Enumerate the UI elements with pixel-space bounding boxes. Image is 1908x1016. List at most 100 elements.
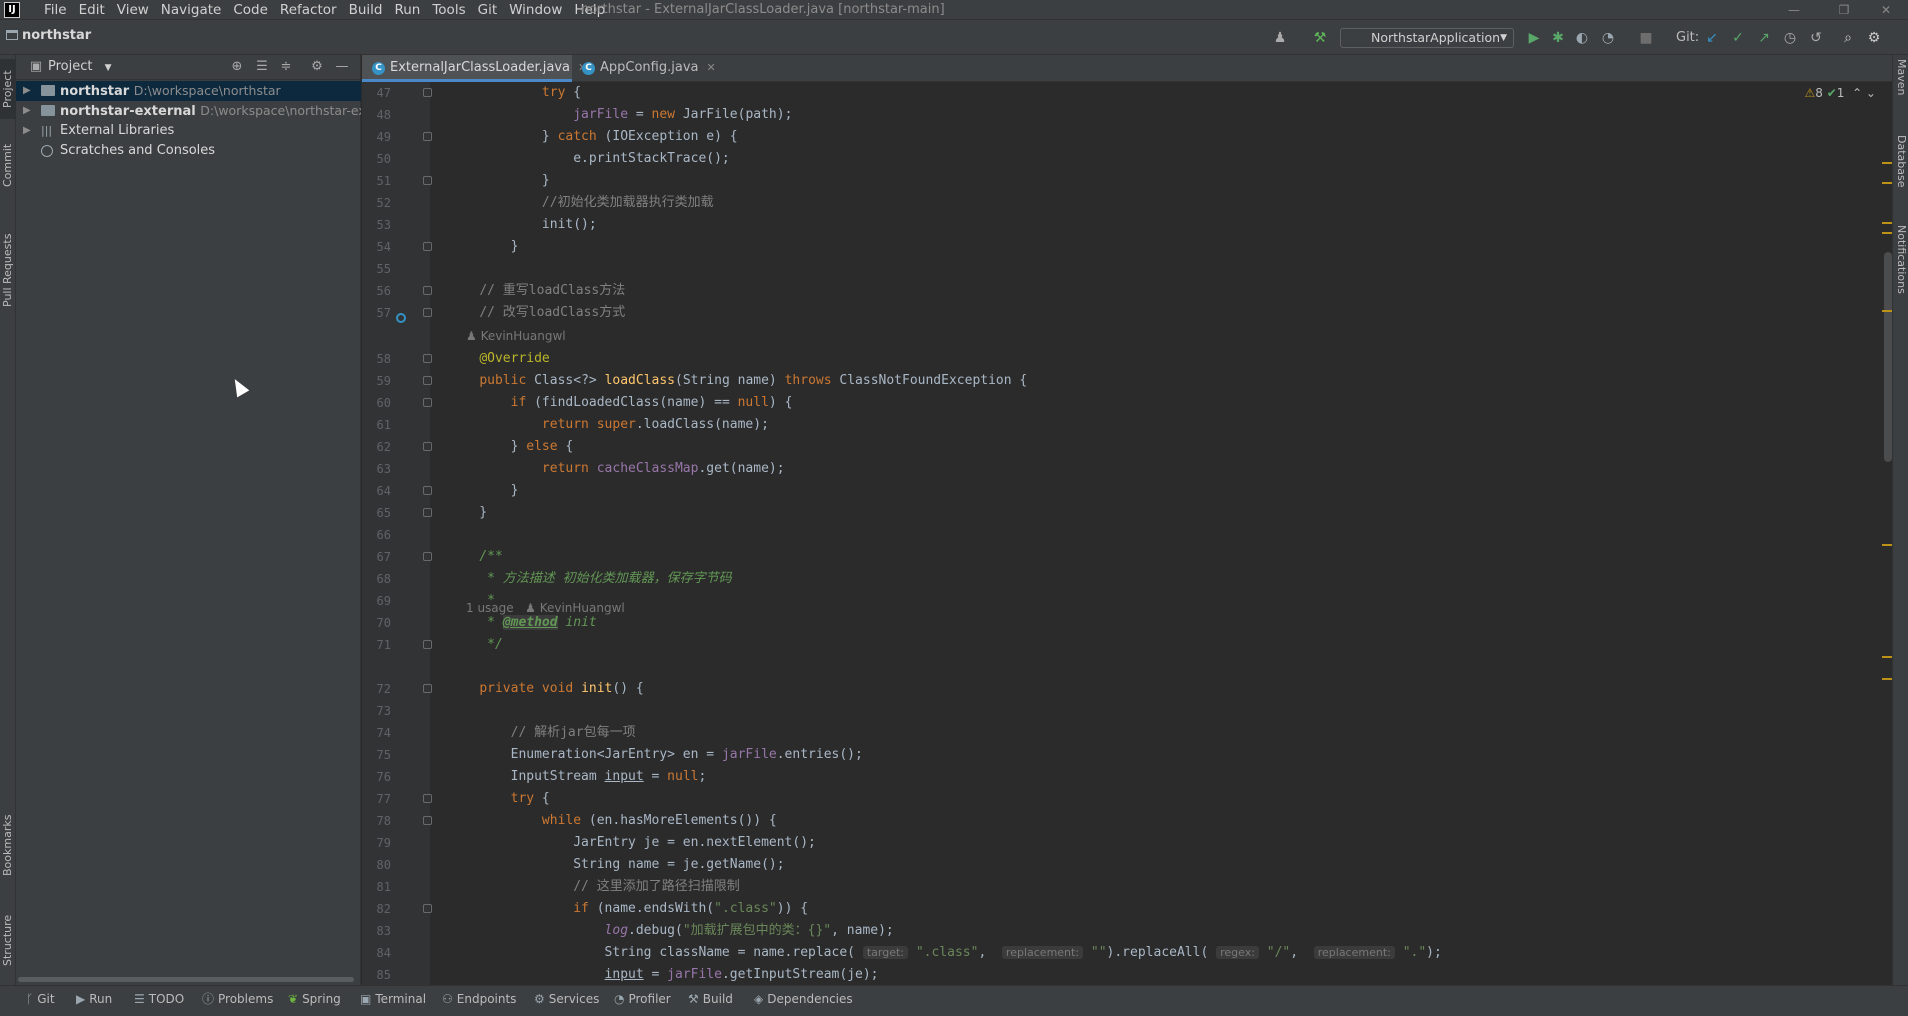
minimize-button[interactable]: —: [1774, 0, 1814, 20]
collapse-all-icon[interactable]: ≑: [278, 59, 294, 75]
tool-dependencies[interactable]: ◈ Dependencies: [754, 986, 853, 1012]
breadcrumb-project[interactable]: northstar: [22, 28, 91, 43]
gear-icon[interactable]: ⚙: [1864, 28, 1884, 48]
override-gutter-icon[interactable]: [396, 313, 406, 323]
tab-externaljarclassloader[interactable]: CExternalJarClassLoader.java✕: [362, 55, 587, 82]
breadcrumb[interactable]: northstar: [6, 28, 91, 43]
fold-toggle-icon[interactable]: [423, 176, 432, 185]
tool-build[interactable]: ⚒ Build: [688, 986, 733, 1012]
menu-window[interactable]: Window: [503, 0, 568, 20]
run-icon[interactable]: ▶: [1524, 28, 1544, 48]
fold-toggle-icon[interactable]: [423, 640, 432, 649]
hide-icon[interactable]: —: [334, 59, 350, 75]
tool-problems[interactable]: ⓘ Problems: [202, 986, 273, 1012]
tree-item-northstar-external[interactable]: ▶ northstar-external D:\workspace\norths…: [16, 101, 361, 121]
tool-tab-commit[interactable]: Commit: [0, 135, 16, 195]
git-push-icon[interactable]: ↗: [1754, 28, 1774, 48]
tool-endpoints[interactable]: ⚇ Endpoints: [442, 986, 516, 1012]
menu-view[interactable]: View: [111, 0, 155, 20]
tool-tab-project[interactable]: Project: [0, 59, 16, 119]
scrollbar-warning-mark[interactable]: [1882, 310, 1892, 312]
menu-file[interactable]: File: [38, 0, 73, 20]
gear-icon[interactable]: ⚙: [309, 59, 325, 75]
run-configuration-select[interactable]: NorthstarApplication ▼: [1340, 28, 1514, 48]
tool-services[interactable]: ⚙ Services: [534, 986, 599, 1012]
tool-git[interactable]: ᚴ Git: [26, 986, 55, 1012]
tool-tab-bookmarks[interactable]: Bookmarks: [0, 805, 16, 885]
tool-todo[interactable]: ☰ TODO: [134, 986, 184, 1012]
menu-refactor[interactable]: Refactor: [274, 0, 343, 20]
fold-toggle-icon[interactable]: [423, 684, 432, 693]
fold-toggle-icon[interactable]: [423, 816, 432, 825]
tool-spring[interactable]: ❦ Spring: [288, 986, 341, 1012]
fold-toggle-icon[interactable]: [423, 794, 432, 803]
scratches-icon: [41, 145, 53, 157]
locate-icon[interactable]: ⊕: [229, 59, 245, 75]
chevron-right-icon[interactable]: ▶: [23, 121, 31, 141]
fold-toggle-icon[interactable]: [423, 486, 432, 495]
chevron-right-icon[interactable]: ▶: [23, 101, 31, 121]
inspection-widget[interactable]: ⚠8 ✔1 ⌃ ⌄: [1805, 82, 1877, 104]
fold-toggle-icon[interactable]: [423, 242, 432, 251]
fold-toggle-icon[interactable]: [423, 376, 432, 385]
tool-tab-maven[interactable]: Maven: [1893, 59, 1908, 119]
fold-toggle-icon[interactable]: [423, 904, 432, 913]
tool-terminal[interactable]: ▣ Terminal: [360, 986, 426, 1012]
scrollbar-warning-mark[interactable]: [1882, 678, 1892, 680]
author-hint[interactable]: ♟ KevinHuangwl: [466, 326, 566, 346]
scrollbar-warning-mark[interactable]: [1882, 222, 1892, 224]
scrollbar-warning-mark[interactable]: [1882, 182, 1892, 184]
fold-toggle-icon[interactable]: [423, 398, 432, 407]
account-icon[interactable]: ♟: [1270, 28, 1290, 48]
menu-build[interactable]: Build: [343, 0, 389, 20]
close-button[interactable]: ✕: [1866, 0, 1906, 20]
vertical-scrollbar[interactable]: [1884, 252, 1892, 462]
tool-tab-database[interactable]: Database: [1893, 135, 1908, 205]
tree-item-scratches[interactable]: Scratches and Consoles: [16, 141, 361, 161]
expand-all-icon[interactable]: ☰: [254, 59, 270, 75]
tab-appconfig[interactable]: C AppConfig.java ✕: [572, 55, 722, 82]
tool-tab-pull-requests[interactable]: Pull Requests: [0, 215, 16, 325]
profile-icon[interactable]: ◔: [1598, 28, 1618, 48]
fold-toggle-icon[interactable]: [423, 286, 432, 295]
menu-navigate[interactable]: Navigate: [155, 0, 228, 20]
debug-icon[interactable]: ✱: [1548, 28, 1568, 48]
tree-item-northstar[interactable]: ▶ northstar D:\workspace\northstar: [16, 81, 361, 101]
maximize-button[interactable]: ❐: [1824, 0, 1864, 20]
horizontal-scrollbar[interactable]: [18, 977, 354, 982]
scrollbar-warning-mark[interactable]: [1882, 232, 1892, 234]
fold-toggle-icon[interactable]: [423, 442, 432, 451]
coverage-icon[interactable]: ◐: [1572, 28, 1592, 48]
menu-git[interactable]: Git: [472, 0, 504, 20]
menu-run[interactable]: Run: [388, 0, 426, 20]
tree-item-external-libraries[interactable]: ▶ ||| External Libraries: [16, 121, 361, 141]
scrollbar-warning-mark[interactable]: [1882, 544, 1892, 546]
fold-toggle-icon[interactable]: [423, 88, 432, 97]
git-update-icon[interactable]: ↙: [1702, 28, 1722, 48]
menu-edit[interactable]: Edit: [73, 0, 111, 20]
tool-tab-structure[interactable]: Structure: [0, 905, 16, 975]
chevron-right-icon[interactable]: ▶: [23, 81, 31, 101]
fold-toggle-icon[interactable]: [423, 308, 432, 317]
rollback-icon[interactable]: ↺: [1806, 28, 1826, 48]
git-commit-icon[interactable]: ✓: [1728, 28, 1748, 48]
tool-run[interactable]: ▶ Run: [76, 986, 112, 1012]
build-hammer-icon[interactable]: ⚒: [1310, 28, 1330, 48]
code-editor[interactable]: ⚠8 ✔1 ⌃ ⌄ ♟ KevinHuangwl 1 usage ♟ Kevin…: [362, 82, 1892, 985]
project-view-select[interactable]: Project ▼: [48, 59, 112, 74]
fold-toggle-icon[interactable]: [423, 132, 432, 141]
scrollbar-warning-mark[interactable]: [1882, 656, 1892, 658]
stop-icon[interactable]: ■: [1636, 28, 1656, 48]
history-icon[interactable]: ◷: [1780, 28, 1800, 48]
tool-tab-notifications[interactable]: Notifications: [1893, 225, 1908, 325]
scrollbar-warning-mark[interactable]: [1882, 162, 1892, 164]
search-icon[interactable]: ⌕: [1838, 28, 1858, 48]
close-icon[interactable]: ✕: [706, 61, 715, 74]
line-number: 62: [376, 440, 391, 454]
tool-profiler[interactable]: ◔ Profiler: [614, 986, 671, 1012]
fold-toggle-icon[interactable]: [423, 552, 432, 561]
fold-toggle-icon[interactable]: [423, 354, 432, 363]
fold-toggle-icon[interactable]: [423, 508, 432, 517]
menu-code[interactable]: Code: [227, 0, 274, 20]
menu-tools[interactable]: Tools: [426, 0, 471, 20]
